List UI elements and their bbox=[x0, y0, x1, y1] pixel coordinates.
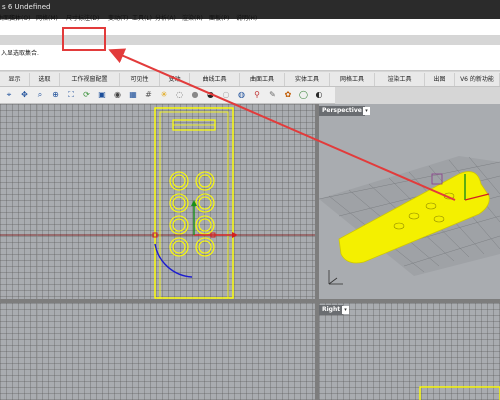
viewport-layout-icon[interactable]: ▦ bbox=[127, 89, 139, 101]
lasso-select-icon-glyph: ⌖ bbox=[6, 90, 12, 99]
menu-item-12[interactable]: 面板(P) bbox=[209, 14, 229, 24]
tab-10[interactable]: 出图 bbox=[425, 73, 455, 86]
window-title: s 6 Undefined bbox=[2, 3, 51, 11]
tab-1[interactable]: 选取 bbox=[30, 73, 60, 86]
tab-8[interactable]: 网格工具 bbox=[330, 73, 375, 86]
menu-item-10[interactable]: 分析(A) bbox=[155, 14, 176, 24]
menu-item-13[interactable]: 说明(H) bbox=[236, 14, 257, 24]
grid-icon-glyph: # bbox=[145, 90, 152, 99]
highlight-box bbox=[62, 27, 106, 51]
materials-icon[interactable]: ◐ bbox=[313, 89, 325, 101]
zoom-window-icon[interactable]: ⌕ bbox=[34, 89, 46, 101]
globe-icon[interactable]: ◯ bbox=[298, 89, 310, 101]
right-viewport-title[interactable]: Right bbox=[319, 305, 344, 315]
tab-9[interactable]: 渲染工具 bbox=[375, 73, 425, 86]
zoom-extents-icon[interactable]: ⛶ bbox=[65, 89, 77, 101]
viewport-layout-icon-glyph: ▦ bbox=[129, 90, 137, 99]
zoom-icon[interactable]: ⊕ bbox=[50, 89, 62, 101]
menu-item-6[interactable]: 网格(M) bbox=[36, 14, 58, 24]
tab-11[interactable]: V6 的新功能 bbox=[455, 73, 500, 86]
pan-icon-glyph: ✥ bbox=[21, 90, 28, 99]
menu-item-11[interactable]: 渲染(R) bbox=[182, 14, 203, 24]
shaded-ball-icon-glyph: ● bbox=[191, 90, 199, 99]
zoom-window-icon-glyph: ⌕ bbox=[37, 90, 43, 99]
pin-icon-glyph: ⚲ bbox=[254, 90, 260, 99]
ghost-ball-icon[interactable]: ○ bbox=[220, 89, 232, 101]
tools-icon[interactable]: ✎ bbox=[267, 89, 279, 101]
perspective-viewport-title[interactable]: Perspective bbox=[319, 106, 365, 116]
xray-ball-icon[interactable]: ◍ bbox=[236, 89, 248, 101]
tab-2[interactable]: 工作视窗配置 bbox=[60, 73, 120, 86]
pan-icon[interactable]: ✥ bbox=[19, 89, 31, 101]
palette-icon-glyph: ✿ bbox=[284, 90, 292, 99]
ghost-ball-icon-glyph: ○ bbox=[222, 90, 230, 99]
tab-0[interactable]: 显示 bbox=[0, 73, 30, 86]
render-ball-icon-glyph: ◕ bbox=[207, 90, 214, 99]
viewport-bottom-left[interactable] bbox=[0, 303, 315, 400]
command-prompt: 入显选取集合. bbox=[1, 50, 39, 57]
viewport-right[interactable]: Right ▾ bbox=[319, 303, 500, 400]
named-view-icon[interactable]: ▣ bbox=[96, 89, 108, 101]
menu-item-7[interactable]: 尺寸标注(D) bbox=[66, 14, 99, 24]
lasso-select-icon[interactable]: ⌖ bbox=[3, 89, 15, 101]
perspective-viewport-geometry bbox=[319, 156, 500, 285]
camera-icon-glyph: ◉ bbox=[114, 90, 121, 99]
wireframe-shade-icon-glyph: ◌ bbox=[176, 90, 183, 99]
menu-item-9[interactable]: 工具(L) bbox=[132, 14, 152, 24]
zoom-icon-glyph: ⊕ bbox=[52, 90, 59, 99]
tab-4[interactable]: 变动 bbox=[160, 73, 190, 86]
rotate-view-icon-glyph: ⟳ bbox=[83, 90, 90, 99]
right-viewport-geometry bbox=[419, 386, 500, 400]
perspective-viewport-menu-icon[interactable]: ▾ bbox=[363, 107, 370, 115]
light-icon-glyph: ✳ bbox=[160, 90, 168, 99]
zoom-extents-icon-glyph: ⛶ bbox=[68, 90, 74, 99]
light-icon[interactable]: ✳ bbox=[158, 89, 170, 101]
grid-icon[interactable]: # bbox=[143, 89, 155, 101]
viewport-top[interactable] bbox=[0, 104, 315, 299]
camera-icon[interactable]: ◉ bbox=[112, 89, 124, 101]
wireframe-shade-icon[interactable]: ◌ bbox=[174, 89, 186, 101]
tab-3[interactable]: 可见性 bbox=[120, 73, 160, 86]
rotate-view-icon[interactable]: ⟳ bbox=[81, 89, 93, 101]
tools-icon-glyph: ✎ bbox=[269, 90, 276, 99]
tab-5[interactable]: 曲线工具 bbox=[190, 73, 240, 86]
viewport-perspective[interactable]: Perspective ▾ bbox=[319, 104, 500, 299]
button-circles bbox=[169, 171, 215, 257]
shaded-ball-icon[interactable]: ● bbox=[189, 89, 201, 101]
top-viewport-geometry bbox=[0, 104, 315, 299]
right-viewport-menu-icon[interactable]: ▾ bbox=[342, 306, 349, 314]
xray-ball-icon-glyph: ◍ bbox=[238, 90, 245, 99]
palette-icon[interactable]: ✿ bbox=[282, 89, 294, 101]
menu-item-5[interactable]: 实体(O) bbox=[9, 14, 30, 24]
menu-item-8[interactable]: 变动(T) bbox=[108, 14, 128, 24]
bottom-left-viewport-geometry bbox=[36, 303, 38, 400]
globe-icon-glyph: ◯ bbox=[299, 90, 308, 99]
materials-icon-glyph: ◐ bbox=[315, 90, 323, 99]
pin-icon[interactable]: ⚲ bbox=[251, 89, 263, 101]
render-ball-icon[interactable]: ◕ bbox=[205, 89, 217, 101]
tab-6[interactable]: 曲面工具 bbox=[240, 73, 285, 86]
named-view-icon-glyph: ▣ bbox=[98, 90, 106, 99]
tab-7[interactable]: 实体工具 bbox=[285, 73, 330, 86]
